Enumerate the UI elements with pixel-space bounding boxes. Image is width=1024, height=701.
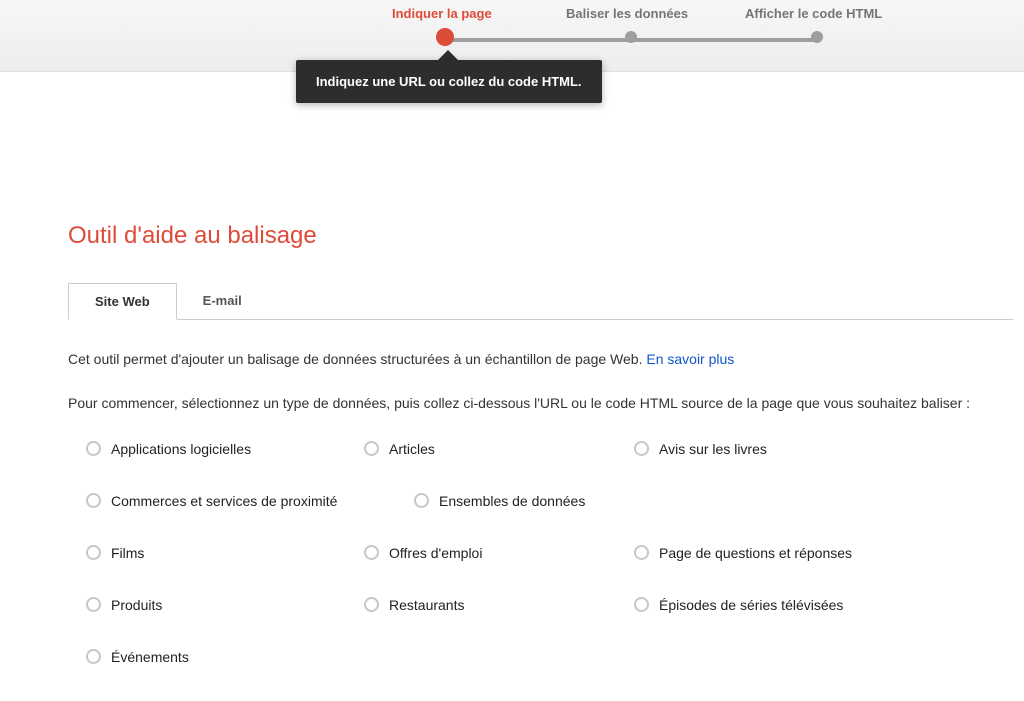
step-2-dot[interactable] [625,31,637,43]
type-option[interactable]: Articles [364,441,634,457]
type-label: Avis sur les livres [659,441,767,457]
radio-icon[interactable] [634,545,649,560]
type-option[interactable]: Page de questions et réponses [634,545,934,561]
step-3-label[interactable]: Afficher le code HTML [745,6,882,21]
radio-icon[interactable] [86,597,101,612]
radio-icon[interactable] [364,441,379,456]
radio-icon[interactable] [86,493,101,508]
step-1-label[interactable]: Indiquer la page [392,6,492,21]
type-label: Restaurants [389,597,464,613]
tab-email[interactable]: E-mail [177,283,268,320]
type-label: Page de questions et réponses [659,545,852,561]
type-option[interactable]: Applications logicielles [86,441,364,457]
tab-site-web[interactable]: Site Web [68,283,177,320]
type-row: Événements [86,649,1013,665]
data-type-grid: Applications logicielles Articles Avis s… [86,441,1013,665]
radio-icon[interactable] [634,597,649,612]
type-option[interactable]: Avis sur les livres [634,441,934,457]
type-option[interactable]: Offres d'emploi [364,545,634,561]
radio-icon[interactable] [414,493,429,508]
type-label: Produits [111,597,162,613]
radio-icon[interactable] [86,649,101,664]
type-row: Applications logicielles Articles Avis s… [86,441,1013,457]
radio-icon[interactable] [86,545,101,560]
type-label: Épisodes de séries télévisées [659,597,843,613]
type-label: Ensembles de données [439,493,585,509]
radio-icon[interactable] [364,545,379,560]
type-option[interactable]: Ensembles de données [414,493,714,509]
type-label: Films [111,545,144,561]
step-1-dot[interactable] [436,28,454,46]
type-option[interactable]: Produits [86,597,364,613]
type-option[interactable]: Commerces et services de proximité [86,493,414,509]
tabs: Site Web E-mail [68,282,1013,320]
main-content: Outil d'aide au balisage Site Web E-mail… [68,72,1013,665]
type-label: Applications logicielles [111,441,251,457]
type-label: Événements [111,649,189,665]
type-row: Commerces et services de proximité Ensem… [86,493,1013,509]
type-option[interactable]: Restaurants [364,597,634,613]
stepper-tooltip: Indiquez une URL ou collez du code HTML. [296,60,602,103]
radio-icon[interactable] [86,441,101,456]
type-option[interactable]: Films [86,545,364,561]
type-row: Films Offres d'emploi Page de questions … [86,545,1013,561]
type-option[interactable]: Épisodes de séries télévisées [634,597,934,613]
intro-line-2: Pour commencer, sélectionnez un type de … [68,392,1013,414]
type-label: Commerces et services de proximité [111,493,337,509]
step-3-dot[interactable] [811,31,823,43]
type-option[interactable]: Événements [86,649,364,665]
type-row: Produits Restaurants Épisodes de séries … [86,597,1013,613]
page-title: Outil d'aide au balisage [68,222,1013,250]
intro-text-1: Cet outil permet d'ajouter un balisage d… [68,351,646,367]
type-label: Articles [389,441,435,457]
type-label: Offres d'emploi [389,545,482,561]
radio-icon[interactable] [634,441,649,456]
step-2-label[interactable]: Baliser les données [566,6,688,21]
intro-line-1: Cet outil permet d'ajouter un balisage d… [68,348,1013,370]
learn-more-link[interactable]: En savoir plus [646,351,734,367]
stepper-bar: Indiquer la page Baliser les données Aff… [0,0,1024,72]
radio-icon[interactable] [364,597,379,612]
